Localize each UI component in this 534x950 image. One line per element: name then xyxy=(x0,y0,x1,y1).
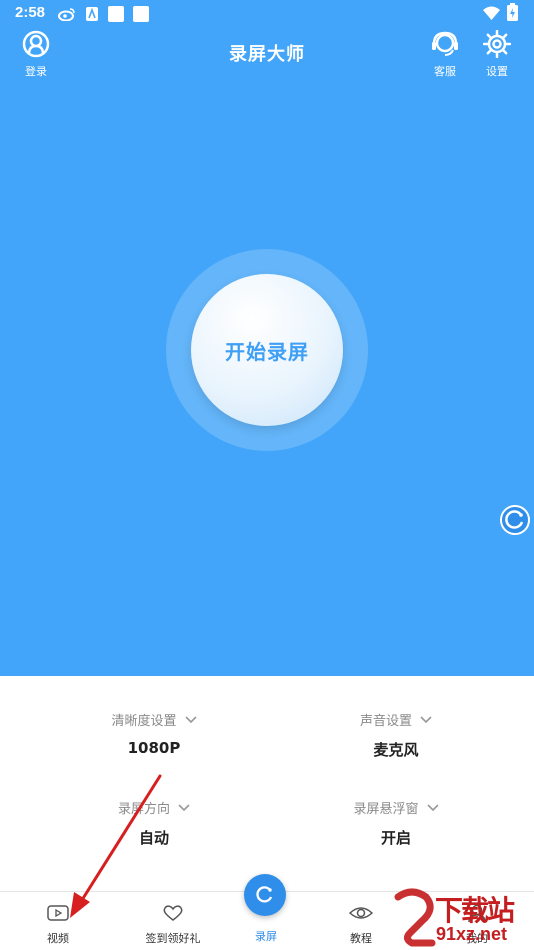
record-fab[interactable] xyxy=(244,874,286,916)
tab-record[interactable]: 录屏 xyxy=(226,928,306,944)
floating-window-setting-label: 录屏悬浮窗 xyxy=(353,802,419,817)
tab-tutorial-label: 教程 xyxy=(350,932,372,945)
tab-video[interactable]: 视频 xyxy=(18,904,98,946)
orientation-setting[interactable]: 录屏方向 自动 xyxy=(54,798,254,848)
record-refresh-icon xyxy=(256,886,273,903)
status-time: 2:58 xyxy=(15,4,46,21)
video-icon xyxy=(47,905,69,921)
tab-tutorial[interactable]: 教程 xyxy=(321,904,401,946)
quality-setting[interactable]: 清晰度设置 1080P xyxy=(54,710,254,757)
settings-label: 设置 xyxy=(486,65,508,78)
orientation-setting-value: 自动 xyxy=(138,829,169,847)
tab-checkin-gift[interactable]: 签到领好礼 xyxy=(133,904,213,946)
weibo-icon xyxy=(58,8,75,21)
chevron-down-icon xyxy=(184,715,197,723)
notification-square-icon xyxy=(133,6,149,22)
chevron-down-icon xyxy=(426,803,439,811)
start-record-button[interactable]: 开始录屏 xyxy=(191,274,343,426)
battery-icon xyxy=(507,3,518,21)
notification-square-icon xyxy=(108,6,124,22)
eye-icon xyxy=(348,907,374,919)
chevron-down-icon xyxy=(420,715,432,723)
audio-setting[interactable]: 声音设置 麦克风 xyxy=(296,710,496,760)
tab-record-label: 录屏 xyxy=(255,930,277,943)
customer-service-button[interactable]: 客服 xyxy=(425,30,465,79)
heart-icon xyxy=(163,905,183,921)
audio-setting-label: 声音设置 xyxy=(359,714,412,729)
gear-icon xyxy=(482,29,512,59)
start-record-label: 开始录屏 xyxy=(225,339,309,364)
tab-video-label: 视频 xyxy=(47,932,69,945)
audio-setting-value: 麦克风 xyxy=(373,741,419,759)
app-notification-icon xyxy=(86,7,98,21)
headset-icon xyxy=(432,31,458,56)
chevron-down-icon xyxy=(178,803,190,811)
quality-setting-label: 清晰度设置 xyxy=(111,714,177,729)
tab-checkin-gift-label: 签到领好礼 xyxy=(145,932,201,945)
watermark-title: 下载站 xyxy=(435,894,515,927)
refresh-icon xyxy=(505,510,524,529)
settings-button[interactable]: 设置 xyxy=(477,29,517,79)
floating-record-ball[interactable] xyxy=(500,505,530,535)
customer-service-label: 客服 xyxy=(434,65,456,78)
floating-window-setting-value: 开启 xyxy=(380,829,411,847)
floating-window-setting[interactable]: 录屏悬浮窗 开启 xyxy=(296,798,496,848)
orientation-setting-label: 录屏方向 xyxy=(117,802,170,817)
status-bar: 2:58 xyxy=(0,0,534,28)
watermark-url: 91xz.net xyxy=(436,924,508,944)
wifi-icon xyxy=(483,6,500,20)
quality-setting-value: 1080P xyxy=(127,739,181,757)
